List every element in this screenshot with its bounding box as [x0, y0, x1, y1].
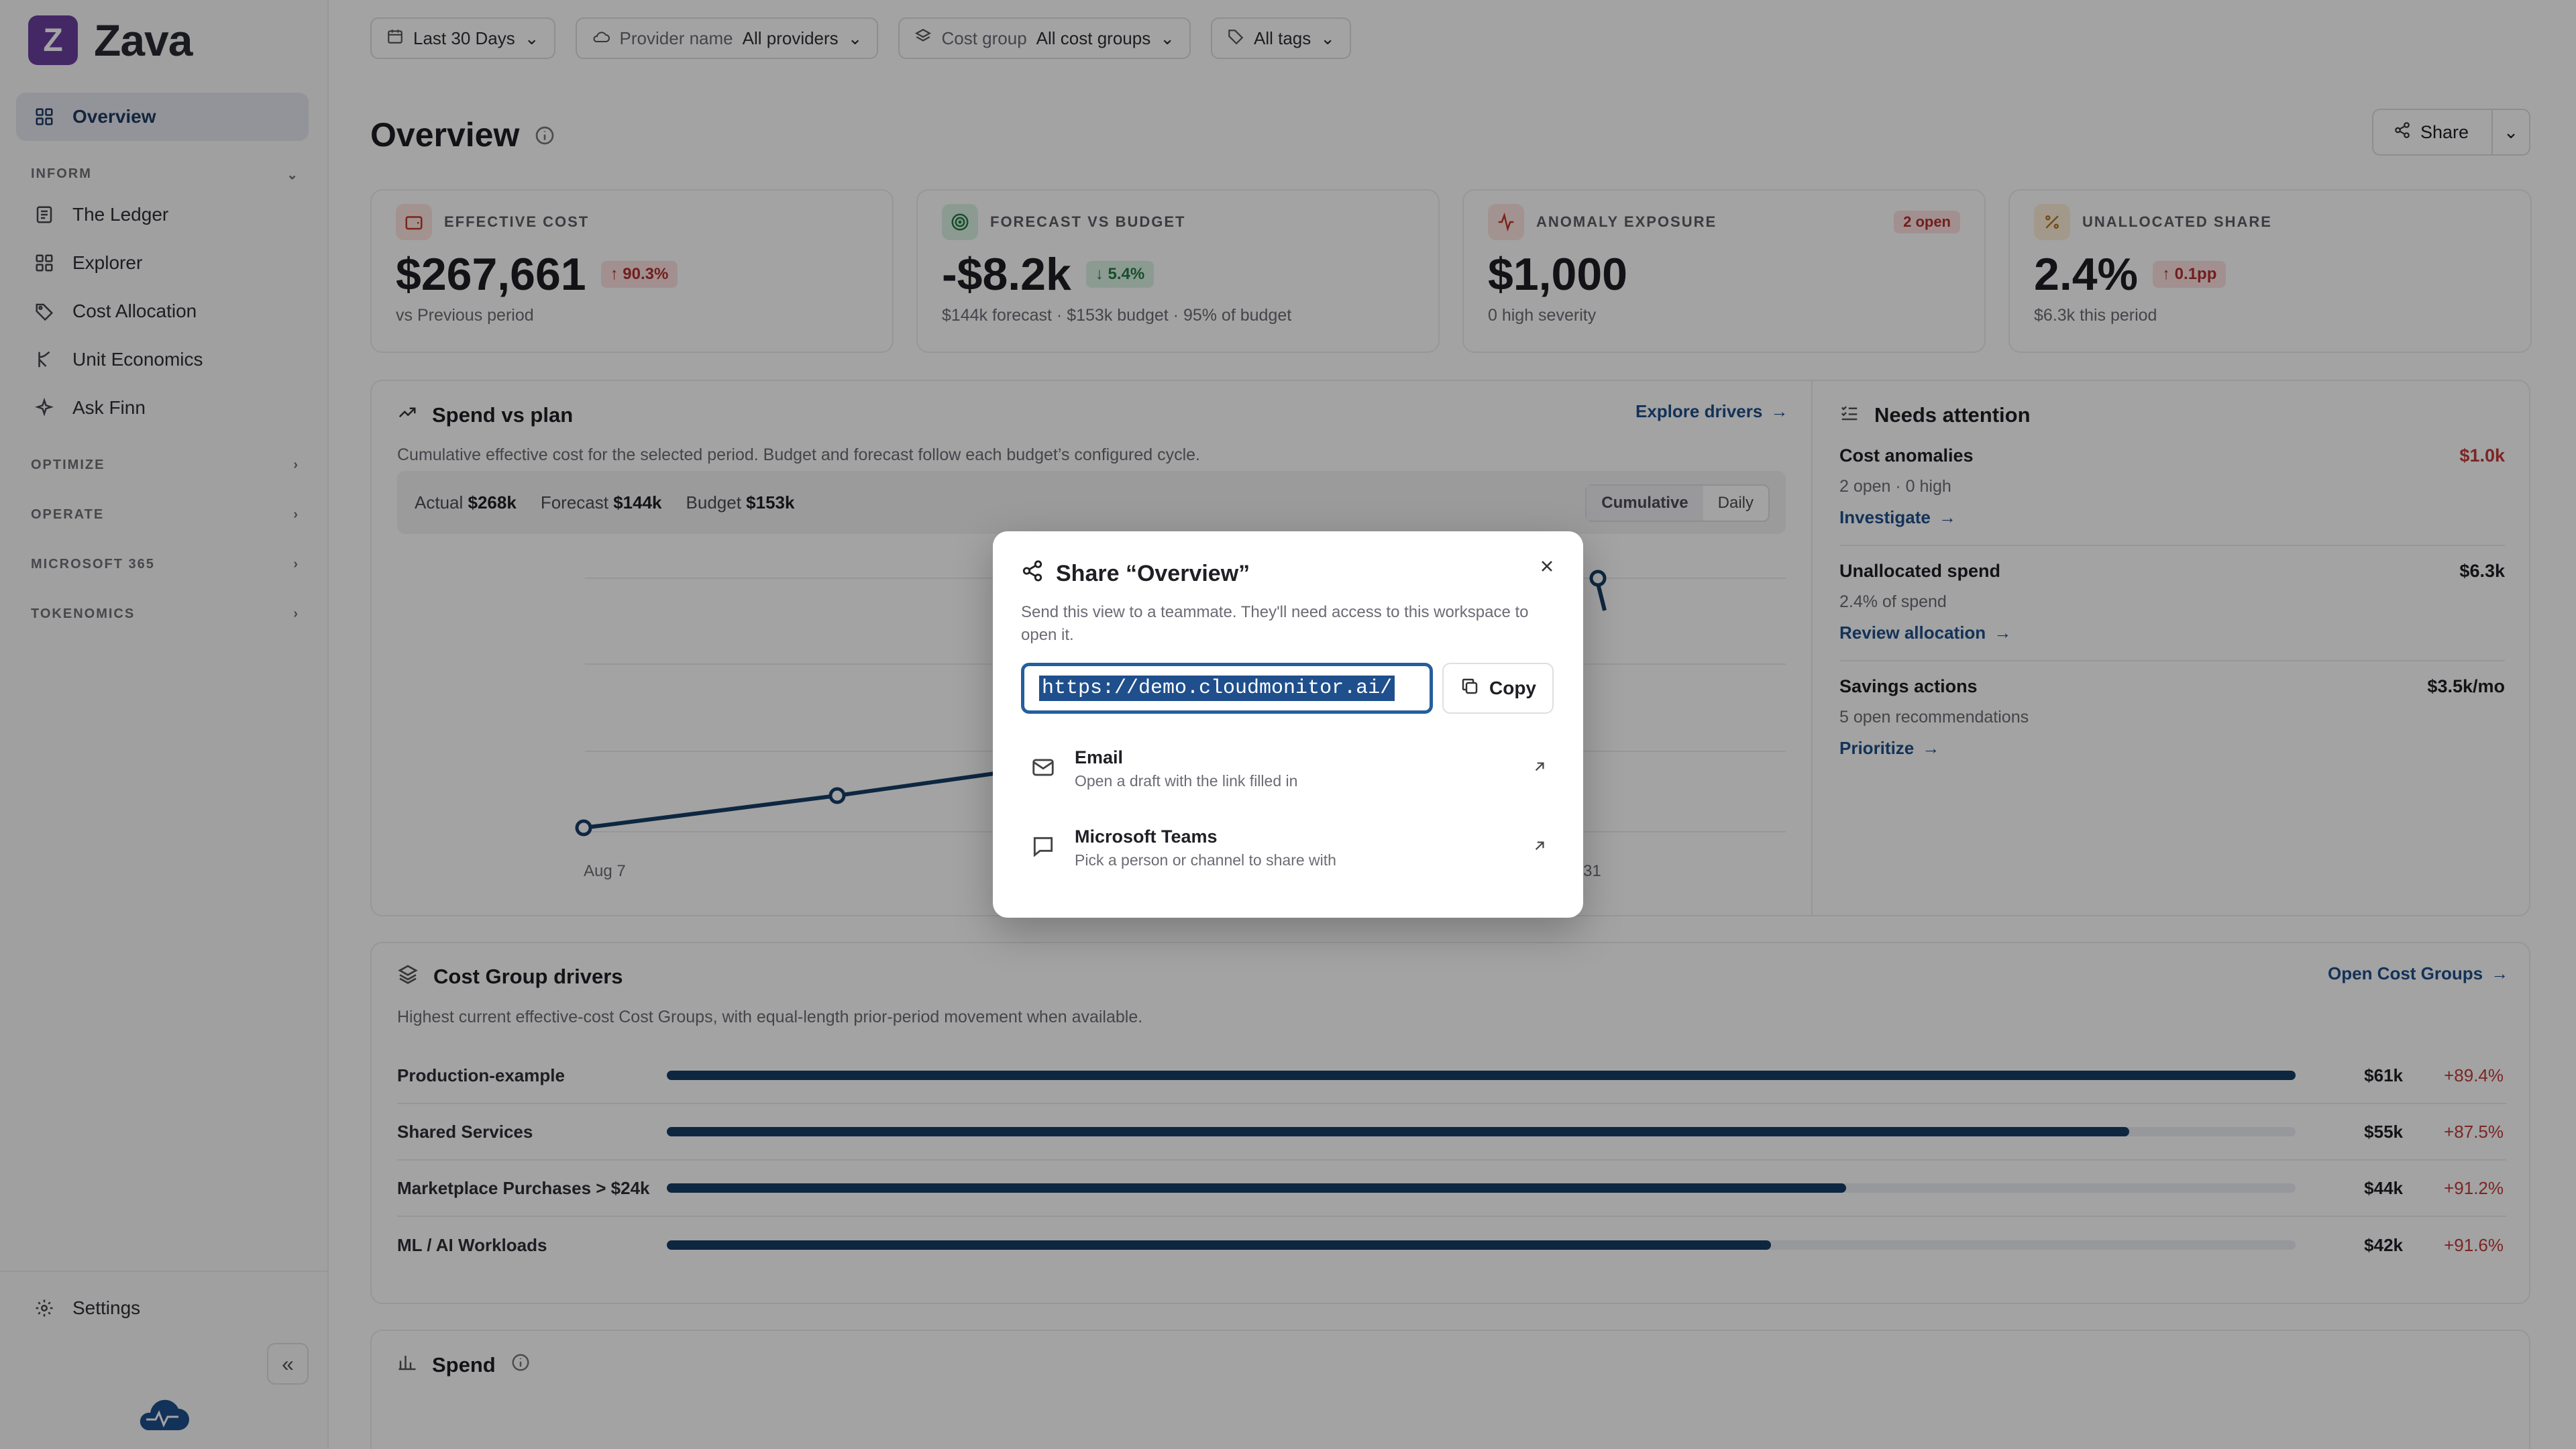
share-via-teams[interactable]: Microsoft Teams Pick a person or channel …	[1021, 814, 1558, 881]
option-sub: Pick a person or channel to share with	[1075, 851, 1336, 869]
copy-icon	[1460, 676, 1480, 701]
dialog-description: Send this view to a teammate. They'll ne…	[1021, 603, 1529, 644]
option-sub: Open a draft with the link filled in	[1075, 772, 1298, 790]
option-title: Microsoft Teams	[1075, 826, 1218, 847]
external-link-icon	[1531, 837, 1548, 858]
mail-icon	[1030, 755, 1056, 784]
share-url-text: https://demo.cloudmonitor.ai/	[1039, 676, 1395, 701]
copy-label: Copy	[1489, 678, 1536, 698]
close-icon	[1539, 558, 1555, 578]
option-title: Email	[1075, 747, 1124, 767]
share-via-email[interactable]: Email Open a draft with the link filled i…	[1021, 735, 1558, 802]
copy-button[interactable]: Copy	[1442, 663, 1554, 714]
dialog-title: Share “Overview”	[1021, 559, 1250, 588]
chat-icon	[1030, 834, 1056, 863]
dialog-title-text: Share “Overview”	[1056, 561, 1250, 586]
share-dialog: Share “Overview” Send this view to a tea…	[993, 531, 1583, 918]
close-button[interactable]	[1534, 554, 1560, 581]
share-icon	[1021, 559, 1044, 588]
external-link-icon	[1531, 758, 1548, 779]
share-url-input[interactable]: https://demo.cloudmonitor.ai/	[1021, 663, 1433, 714]
